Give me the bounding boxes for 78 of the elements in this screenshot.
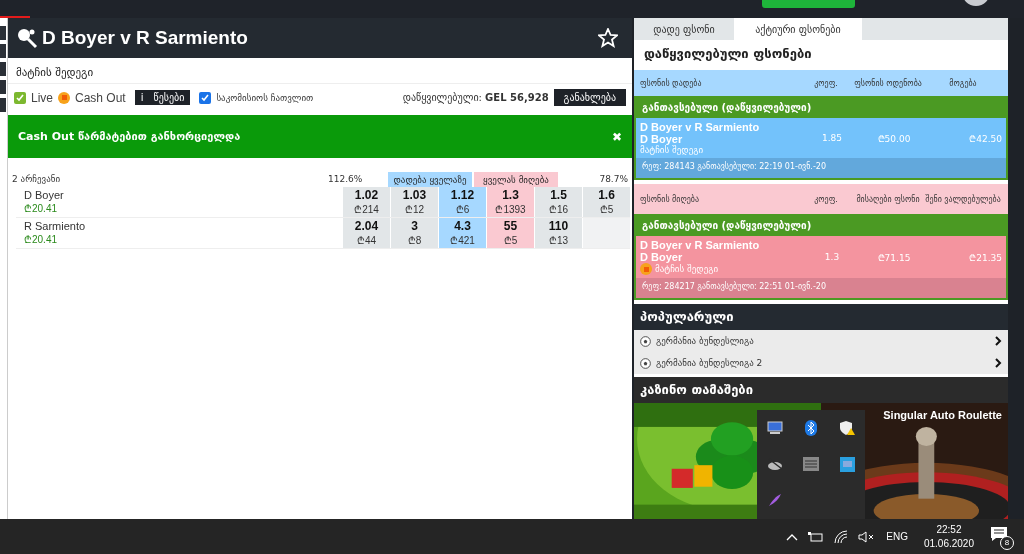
odds-button[interactable]: 110 ₾13 <box>535 218 582 248</box>
group-title: განთავსებული (დაწყვილებული) <box>641 218 813 233</box>
odds-button[interactable]: 1.3 ₾1393 <box>487 187 534 217</box>
chevron-right-icon <box>995 336 1002 346</box>
column-header: ფსონის დადება <box>640 78 703 88</box>
bet-reference: რეფ: 284217 განთავსებული: 22:51 01-ივნ.-20 <box>636 278 1006 298</box>
section-title: დაწყვილებული ფსონები <box>643 45 813 63</box>
odds-button[interactable]: 1.5 ₾16 <box>535 187 582 217</box>
profit-loss: ₾20.41 <box>24 202 59 215</box>
close-button[interactable]: ✖ <box>612 129 622 144</box>
chevron-up-icon[interactable] <box>786 532 799 541</box>
event-title: D Boyer v R Sarmiento <box>42 27 249 49</box>
star-icon[interactable] <box>598 28 618 48</box>
bet-market: მატჩის შედეგი <box>640 145 704 155</box>
runner-name: R Sarmiento <box>24 220 87 232</box>
column-header: მისაღები ფსონი <box>855 194 921 204</box>
back-all-label: დადება ყველაზე <box>388 172 472 187</box>
bet-selection: D Boyer <box>640 251 683 263</box>
app-icon[interactable] <box>839 456 855 472</box>
odds-button[interactable]: 1.12 ₾6 <box>439 187 486 217</box>
bet-odds: 1.85 <box>820 133 843 143</box>
column-header: შენი ვალდებულება <box>924 194 1002 204</box>
bet-reference: რეფ: 284143 განთავსებული: 22:19 01-ივნ.-20 <box>636 158 1006 178</box>
commission-label: საკომისიოს ჩათვლით <box>216 92 314 103</box>
odds-button[interactable]: 3 ₾8 <box>391 218 438 248</box>
bet-event: D Boyer v R Sarmiento <box>640 121 761 133</box>
chevron-right-icon <box>995 358 1002 368</box>
shield-warning-icon[interactable] <box>839 420 855 436</box>
odds-button[interactable]: 1.02 ₾214 <box>343 187 390 217</box>
clock[interactable]: 22:52 01.06.2020 <box>923 522 974 551</box>
runner-name: D Boyer <box>24 189 65 201</box>
odds-button[interactable]: 1.03 ₾12 <box>391 187 438 217</box>
back-overround: 112.6% <box>328 173 364 184</box>
monitor-icon[interactable] <box>767 421 783 435</box>
odds-button[interactable]: 55 ₾5 <box>487 218 534 248</box>
league-link[interactable]: გერმანია ბუნდესლიგა 2 <box>634 352 1008 374</box>
checkbox[interactable] <box>14 91 26 104</box>
bet-selection: D Boyer <box>640 133 684 145</box>
column-header: კოეფ. <box>813 194 839 204</box>
bet-event: D Boyer v R Sarmiento <box>640 239 761 251</box>
matched-amount: დაწყვილებული: GEL 56,928 <box>402 92 549 103</box>
column-header: ფსონის მიღება <box>640 194 700 204</box>
language-indicator[interactable]: ENG <box>886 531 908 542</box>
live-label: Live <box>31 90 53 105</box>
notification-center-button[interactable]: 8 <box>990 525 1012 548</box>
checkbox[interactable] <box>199 91 212 104</box>
market-title: მატჩის შედეგი <box>8 58 632 84</box>
odds-button[interactable]: 2.04 ₾44 <box>343 218 390 248</box>
bet-result: ₾21.35 <box>968 251 1002 264</box>
feather-icon[interactable] <box>768 493 782 507</box>
bluetooth-icon[interactable] <box>805 420 817 436</box>
wifi-icon[interactable] <box>834 529 849 544</box>
league-link[interactable]: გერმანია ბუნდესლიგა <box>634 330 1008 352</box>
odds-button[interactable]: 1.6 ₾5 <box>583 187 630 217</box>
bet-stake: ₾71.15 <box>876 251 912 264</box>
column-header: მოგება <box>948 78 978 88</box>
selections-count: 2 არჩევანი <box>12 173 62 184</box>
tab[interactable]: აქტიური ფსონები <box>734 18 862 40</box>
cash-out-icon <box>58 91 70 104</box>
profit-loss: ₾20.41 <box>24 233 59 246</box>
column-header: ფსონის ოდენობა <box>853 78 923 88</box>
bet-stake: ₾50.00 <box>876 132 912 145</box>
column-header: კოეფ. <box>813 78 839 88</box>
bet-odds: 1.3 <box>823 252 841 262</box>
game-title: Singular Auto Roulette <box>883 409 1002 421</box>
lay-all-label: ყველას მიღება <box>474 172 558 187</box>
cash-out-label: Cash Out <box>75 90 126 105</box>
success-message: Cash Out წარმატებით განხორციელდა <box>18 130 242 143</box>
bet-market: მატჩის შედეგი <box>655 264 719 274</box>
active-tab-underline <box>0 16 30 18</box>
bet-result: ₾42.50 <box>968 132 1002 145</box>
rules-button[interactable]: i წესები <box>134 90 191 105</box>
group-title: განთავსებული (დაწყვილებული) <box>641 100 813 115</box>
lay-overround: 78.7% <box>598 173 628 184</box>
odds-button[interactable]: 4.3 ₾421 <box>439 218 486 248</box>
section-title: პოპულარული <box>634 304 1008 330</box>
refresh-button[interactable]: განახლება <box>553 89 626 106</box>
section-title: კაზინო თამაშები <box>634 377 1008 403</box>
